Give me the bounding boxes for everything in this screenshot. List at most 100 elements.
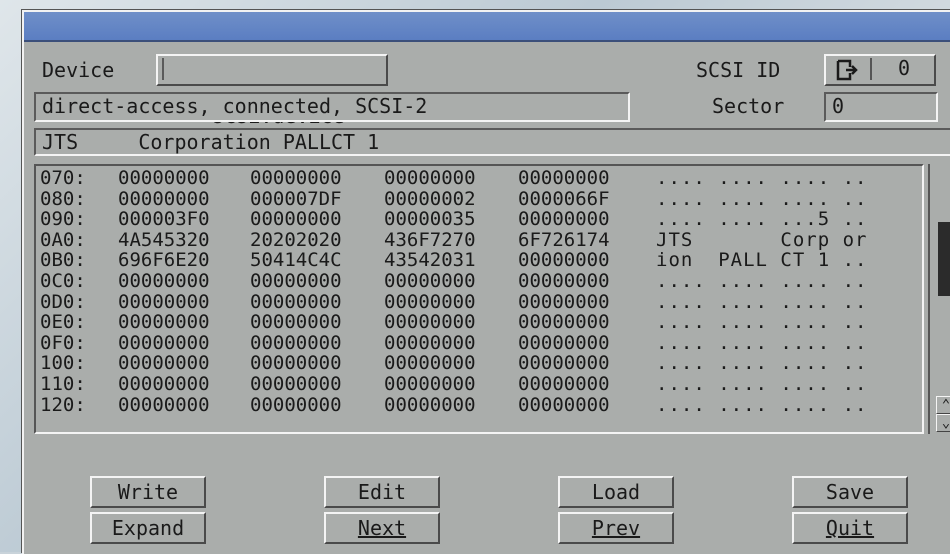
hex-word: 00000000 xyxy=(518,393,610,416)
hex-row: 0C0: 00000000 00000000 00000000 00000000....… xyxy=(36,271,922,292)
hex-row: 090: 000003F0 00000000 00000035 00000000....… xyxy=(36,209,922,230)
hex-word: 00000035 xyxy=(384,208,476,231)
hex-word: 00000000 xyxy=(118,290,210,313)
hex-ascii: .... .... .... .. xyxy=(656,187,868,210)
hex-word: 00000000 xyxy=(250,331,342,354)
hex-dump-view[interactable]: 070: 00000000 00000000 00000000 00000000....… xyxy=(34,164,924,434)
hex-word: 00000000 xyxy=(250,167,342,189)
hex-word: 00000000 xyxy=(118,331,210,354)
hex-word: 000003F0 xyxy=(118,208,210,231)
hex-ascii: .... .... ...5 .. xyxy=(656,208,868,231)
hex-offset: 0A0: xyxy=(40,228,86,251)
hex-word: 00000000 xyxy=(384,393,476,416)
hex-offset: 100: xyxy=(40,352,86,375)
hex-word: 50414C4C xyxy=(250,249,342,272)
hex-word: 00000000 xyxy=(250,269,342,292)
hex-offset: 0F0: xyxy=(40,331,86,354)
next-button[interactable]: Next xyxy=(324,512,440,544)
scsi-sector-editor-window: Device scsi.device SCSI ID 0 direct-acce… xyxy=(22,10,950,554)
hex-word: 00000000 xyxy=(384,311,476,334)
hex-word: 4A545320 xyxy=(118,228,210,251)
hex-word: 696F6E20 xyxy=(118,249,210,272)
cycle-icon xyxy=(836,59,858,81)
scroll-up-arrow-icon[interactable]: ⌃ xyxy=(936,396,950,414)
hex-word: 43542031 xyxy=(384,249,476,272)
hex-word: 00000000 xyxy=(384,269,476,292)
sector-label: Sector xyxy=(712,94,785,118)
hex-ascii: .... .... .... .. xyxy=(656,393,868,416)
hex-ascii: .... .... .... .. xyxy=(656,372,868,395)
scroll-down-arrow-icon[interactable]: ⌄ xyxy=(936,414,950,432)
hex-offset: 0B0: xyxy=(40,249,86,272)
hex-offset: 080: xyxy=(40,187,86,210)
hex-word: 00000000 xyxy=(384,331,476,354)
hex-word: 00000000 xyxy=(518,269,610,292)
hex-offset: 070: xyxy=(40,167,86,189)
device-field[interactable]: scsi.device xyxy=(156,54,388,128)
device-label: Device xyxy=(42,58,115,82)
hex-offset: 090: xyxy=(40,208,86,231)
hex-ascii: JTS Corp or xyxy=(656,228,868,251)
hex-word: 00000000 xyxy=(518,167,610,189)
hex-ascii: .... .... .... .. xyxy=(656,331,868,354)
vendor-info: JTS Corporation PALLCT 1 xyxy=(34,128,950,156)
hex-word: 20202020 xyxy=(250,228,342,251)
hex-word: 00000000 xyxy=(250,372,342,395)
scsi-id-cycle[interactable]: 0 xyxy=(824,54,936,86)
write-button[interactable]: Write xyxy=(90,476,206,508)
hex-word: 000007DF xyxy=(250,187,342,210)
hex-row: 0A0: 4A545320 20202020 436F7270 6F726174 JTS … xyxy=(36,230,922,251)
hex-word: 00000000 xyxy=(118,372,210,395)
hex-word: 00000000 xyxy=(118,167,210,189)
hex-row: 110: 00000000 00000000 00000000 00000000....… xyxy=(36,374,922,395)
hex-offset: 0D0: xyxy=(40,290,86,313)
hex-row: 080: 00000000 000007DF 00000002 0000066F....… xyxy=(36,187,922,210)
hex-word: 00000000 xyxy=(518,372,610,395)
hex-offset: 0E0: xyxy=(40,311,86,334)
hex-word: 6F726174 xyxy=(518,228,610,251)
hex-word: 00000000 xyxy=(518,311,610,334)
hex-row: 0F0: 00000000 00000000 00000000 00000000....… xyxy=(36,333,922,354)
hex-word: 00000000 xyxy=(518,331,610,354)
hex-word: 00000000 xyxy=(250,393,342,416)
hex-word: 00000000 xyxy=(250,352,342,375)
hex-word: 00000000 xyxy=(118,269,210,292)
load-button[interactable]: Load xyxy=(558,476,674,508)
hex-ascii: .... .... .... .. xyxy=(656,167,868,189)
hex-row: 120: 00000000 00000000 00000000 00000000....… xyxy=(36,393,922,416)
hex-word: 436F7270 xyxy=(384,228,476,251)
scsi-id-label: SCSI ID xyxy=(696,58,781,82)
hex-word: 00000000 xyxy=(118,393,210,416)
hex-row: 0D0: 00000000 00000000 00000000 00000000....… xyxy=(36,290,922,313)
hex-ascii: .... .... .... .. xyxy=(656,290,868,313)
prev-button[interactable]: Prev xyxy=(558,512,674,544)
hex-word: 0000066F xyxy=(518,187,610,210)
hex-offset: 120: xyxy=(40,393,86,416)
status-display: direct-access, connected, SCSI-2 xyxy=(34,92,630,122)
hex-row: 0B0: 696F6E20 50414C4C 43542031 00000000 ion … xyxy=(36,250,922,271)
hex-row: 0E0: 00000000 00000000 00000000 00000000....… xyxy=(36,312,922,333)
scrollbar-knob[interactable] xyxy=(938,222,950,296)
hex-ascii: .... .... .... .. xyxy=(656,311,868,334)
hex-word: 00000000 xyxy=(384,290,476,313)
save-button[interactable]: Save xyxy=(792,476,908,508)
hex-word: 00000000 xyxy=(250,208,342,231)
hex-word: 00000000 xyxy=(118,352,210,375)
quit-button[interactable]: Quit xyxy=(792,512,908,544)
hex-word: 00000000 xyxy=(118,311,210,334)
vertical-scrollbar[interactable]: ⌃ ⌄ xyxy=(928,164,950,434)
hex-word: 00000000 xyxy=(518,208,610,231)
cycle-divider xyxy=(870,58,872,80)
hex-ascii: .... .... .... .. xyxy=(656,352,868,375)
edit-button[interactable]: Edit xyxy=(324,476,440,508)
hex-word: 00000000 xyxy=(250,311,342,334)
hex-offset: 110: xyxy=(40,372,86,395)
hex-word: 00000000 xyxy=(518,249,610,272)
expand-button[interactable]: Expand xyxy=(90,512,206,544)
sector-input[interactable]: 0 xyxy=(824,92,938,122)
window-title-bar[interactable] xyxy=(24,12,950,42)
hex-word: 00000000 xyxy=(518,290,610,313)
hex-ascii: .... .... .... .. xyxy=(656,269,868,292)
hex-word: 00000000 xyxy=(384,167,476,189)
hex-word: 00000000 xyxy=(384,372,476,395)
